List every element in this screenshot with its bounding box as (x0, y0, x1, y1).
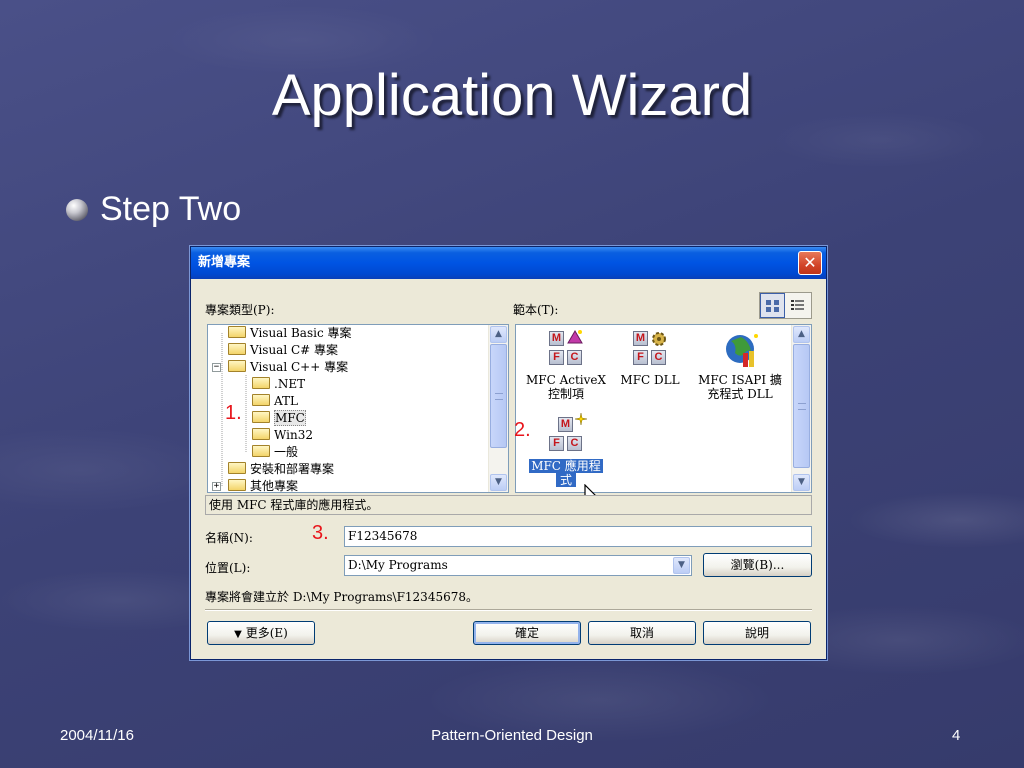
view-toggle (759, 292, 812, 319)
more-button[interactable]: ▼ 更多(E) (207, 621, 315, 645)
project-types-tree[interactable]: Visual Basic 專案 Visual C# 專案 − Visual C++ 專… (207, 324, 509, 493)
footer-title: Pattern-Oriented Design (431, 727, 593, 744)
templates-list[interactable]: M F C MFC ActiveX 控制項 M F C MFC DLL MFC … (515, 324, 812, 493)
template-label-line2: 充程式 DLL (707, 387, 773, 401)
separator (205, 609, 812, 611)
step-marker-1: 1. (225, 402, 242, 424)
dialog-titlebar[interactable]: 新增專案 ✕ (191, 247, 826, 279)
create-path-text: 專案將會建立於 D:\My Programs\F12345678。 (205, 590, 478, 604)
template-mfc-application[interactable]: M F C MFC 應用程 式 (518, 413, 614, 487)
ok-button[interactable]: 確定 (473, 621, 581, 645)
name-field[interactable]: F12345678 (344, 526, 812, 547)
bullet-icon (66, 198, 88, 221)
template-label-line1: MFC ISAPI 擴 (698, 373, 782, 387)
double-chevron-down-icon: ▼ (234, 629, 242, 640)
location-combobox[interactable]: D:\My Programs ▼ (344, 555, 692, 576)
step-marker-2: 2. (514, 419, 531, 441)
chevron-down-icon[interactable]: ▼ (673, 557, 690, 574)
dialog-title: 新增專案 (198, 255, 251, 270)
mfc-activex-icon: M F C (549, 330, 583, 369)
templates-scrollbar[interactable]: ▲ ▼ (791, 325, 811, 492)
template-label-line2: 控制項 (547, 387, 584, 401)
large-icons-icon (766, 300, 779, 312)
tree-item-label: ATL (274, 394, 298, 408)
scroll-up-arrow-icon[interactable]: ▲ (793, 326, 810, 343)
scroll-up-arrow-icon[interactable]: ▲ (490, 326, 507, 343)
templates-label: 範本(T): (513, 303, 559, 317)
template-mfc-isapi[interactable]: MFC ISAPI 擴 充程式 DLL (692, 331, 788, 401)
step-marker-3: 3. (312, 522, 329, 544)
list-view-icon (791, 300, 804, 310)
mfc-dll-icon: M F C (633, 331, 667, 369)
cancel-button[interactable]: 取消 (588, 621, 696, 645)
location-value: D:\My Programs (348, 558, 448, 572)
browse-button[interactable]: 瀏覽(B)... (703, 553, 812, 577)
project-types-label: 專案類型(P): (205, 303, 275, 317)
close-button[interactable]: ✕ (798, 251, 822, 275)
template-mfc-activex[interactable]: M F C MFC ActiveX 控制項 (518, 330, 614, 401)
template-label-line1: MFC 應用程 (529, 459, 603, 473)
slide-title: Application Wizard (271, 63, 753, 128)
globe-icon (723, 331, 758, 369)
templates-scroll-thumb[interactable] (793, 344, 810, 468)
mfc-application-icon: M F C (549, 413, 587, 455)
tree-scrollbar[interactable]: ▲ ▼ (488, 325, 508, 492)
tree-item-label: Win32 (274, 428, 313, 442)
template-description: 使用 MFC 程式庫的應用程式。 (205, 495, 812, 515)
list-view-button[interactable] (785, 293, 810, 318)
template-label-line1: MFC DLL (620, 373, 680, 387)
bullet-text: Step Two (100, 190, 242, 228)
tree-item-label: 一般 (274, 445, 299, 459)
scroll-down-arrow-icon[interactable]: ▼ (490, 474, 507, 491)
template-label-line1: MFC ActiveX (525, 373, 607, 387)
template-mfc-dll[interactable]: M F C MFC DLL (602, 331, 698, 387)
location-label: 位置(L): (205, 561, 251, 575)
new-project-dialog: 新增專案 ✕ 專案類型(P): 範本(T): Visual Basic 專案 Vi… (190, 246, 827, 660)
page-number: 4 (952, 727, 961, 744)
more-button-label: 更多(E) (245, 626, 288, 640)
tree-item-label: MFC (274, 410, 306, 426)
bullet-item: Step Two (66, 190, 241, 229)
help-button[interactable]: 說明 (703, 621, 811, 645)
large-icons-view-button[interactable] (760, 293, 785, 318)
tree-scroll-thumb[interactable] (490, 344, 507, 448)
template-label-line2: 式 (555, 473, 576, 487)
scroll-down-arrow-icon[interactable]: ▼ (793, 474, 810, 491)
tree-item-label: .NET (274, 377, 306, 391)
name-label: 名稱(N): (205, 531, 253, 545)
